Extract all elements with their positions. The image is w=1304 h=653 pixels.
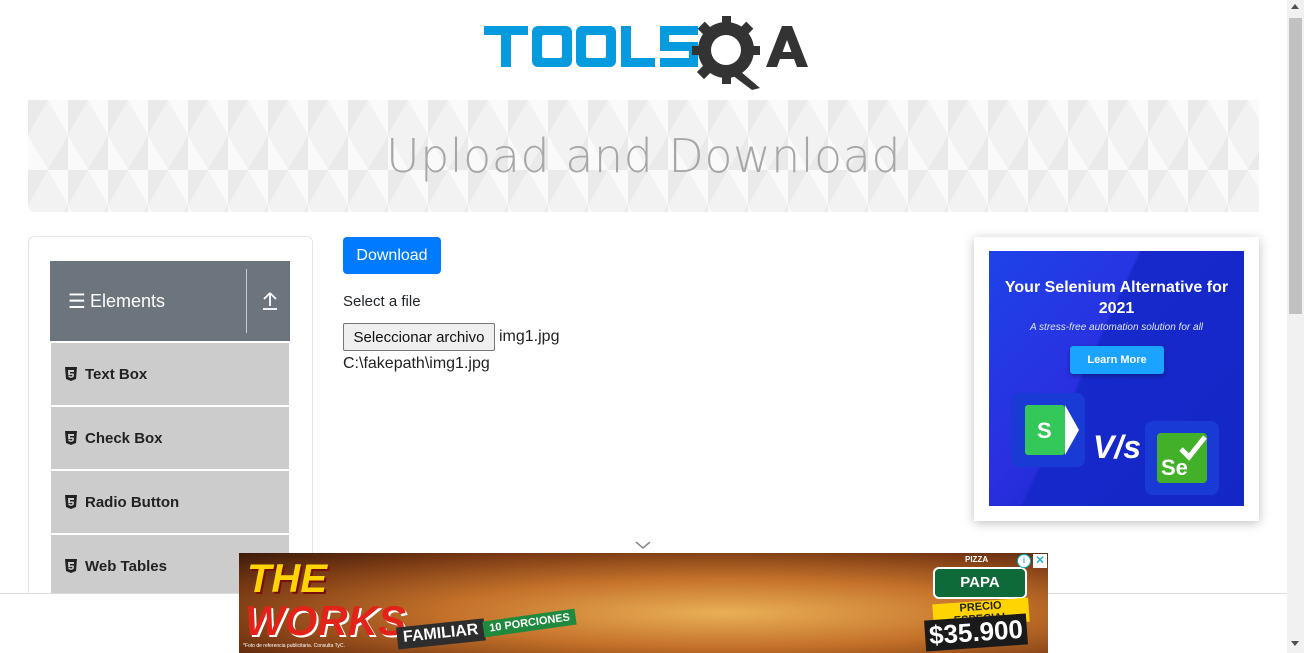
chevron-down-icon[interactable] (635, 540, 651, 550)
ad-headline-line2: WORKS (245, 597, 406, 644)
ad-headline-line1: THE (247, 557, 327, 601)
ad-familiar-tag: FAMILIAR (396, 618, 486, 650)
page-scrollbar[interactable] (1287, 0, 1304, 653)
sidebar-item-text-box[interactable]: Text Box (51, 343, 289, 405)
ad-porciones-tag: 10 PORCIONES (482, 608, 577, 638)
sidebar-item-check-box[interactable]: Check Box (51, 407, 289, 469)
papa-johns-logo: PAPA JOHN'S (933, 567, 1027, 619)
logo-left-letter: S (1037, 418, 1052, 443)
header (0, 0, 1287, 100)
html5-icon (65, 431, 77, 445)
selected-file-name: img1.jpg (499, 328, 560, 345)
ad-fine-print: *Foto de referencia publicitaria. Consul… (243, 643, 345, 649)
ad-versus-text: V/s (1093, 429, 1142, 465)
ad-info-icon[interactable]: i (1017, 554, 1031, 568)
scroll-down-arrow-icon[interactable] (1291, 641, 1299, 646)
logo-right-letters: Se (1161, 455, 1188, 480)
header-divider (246, 269, 247, 333)
learn-more-button[interactable]: Learn More (1070, 346, 1164, 374)
sidebar-group-elements[interactable]: ☰ Elements (50, 261, 290, 341)
sidebar-item-label: Text Box (85, 365, 148, 383)
select-file-label: Select a file (343, 293, 421, 310)
ad-subtitle: A stress-free automation solution for al… (1029, 322, 1204, 333)
page-title: Upload and Download (385, 129, 902, 183)
html5-icon (65, 559, 77, 573)
testsigma-logo-icon: S (1011, 393, 1085, 467)
scrollbar-thumb[interactable] (1289, 18, 1302, 314)
download-button[interactable]: Download (343, 237, 441, 274)
hamburger-icon: ☰ (68, 289, 86, 313)
ad-close-icon[interactable]: ✕ (1033, 554, 1047, 568)
selenium-logo-icon: Se (1145, 421, 1219, 495)
html5-icon (65, 367, 77, 381)
uploaded-file-path: C:\fakepath\img1.jpg (343, 355, 490, 372)
ad-price: $35.900 (924, 613, 1028, 652)
sidebar-group-title: Elements (89, 290, 165, 311)
toolsqa-logo[interactable] (484, 16, 808, 90)
selenium-alternative-ad[interactable]: Your Selenium Alternative for 2021 A str… (989, 251, 1244, 506)
sidebar-ad[interactable]: Your Selenium Alternative for 2021 A str… (974, 237, 1259, 521)
sidebar-item-label: Web Tables (85, 557, 167, 575)
upload-arrow-icon[interactable] (260, 289, 280, 313)
sidebar-item-label: Check Box (85, 429, 163, 447)
html5-icon (65, 495, 77, 509)
scroll-up-arrow-icon[interactable] (1291, 4, 1299, 9)
page-banner: Upload and Download (28, 100, 1259, 212)
sidebar-item-radio-button[interactable]: Radio Button (51, 471, 289, 533)
choose-file-button[interactable]: Seleccionar archivo (343, 323, 495, 351)
ad-title: Your Selenium Alternative for 2021 (1004, 279, 1229, 317)
bottom-banner-ad[interactable]: THE WORKS FAMILIAR 10 PORCIONES *Foto de… (239, 553, 1048, 653)
ad-brand-small: PIZZA (965, 555, 989, 564)
sidebar-item-label: Radio Button (85, 493, 180, 511)
